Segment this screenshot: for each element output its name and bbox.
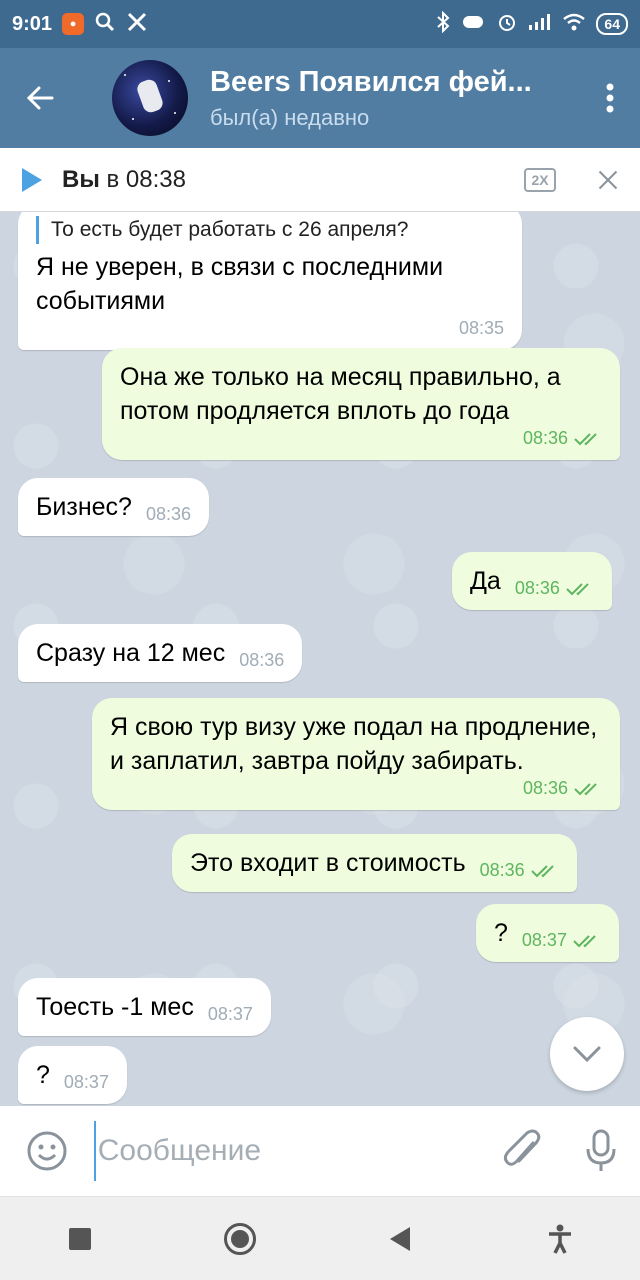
- reply-quote: То есть будет работать с 26 апреля?: [36, 216, 504, 244]
- message-incoming[interactable]: ? 08:37: [18, 1046, 127, 1104]
- message-time: 08:36: [479, 860, 525, 880]
- message-meta: 08:37: [522, 930, 601, 950]
- message-time: 08:37: [63, 1072, 109, 1092]
- recents-button[interactable]: [40, 1197, 120, 1280]
- accessibility-icon: [549, 1224, 571, 1254]
- accessibility-button[interactable]: [520, 1197, 600, 1280]
- double-check-icon: [573, 935, 596, 948]
- message-text: Сразу на 12 мес: [36, 639, 226, 667]
- message-outgoing[interactable]: Да 08:36: [452, 552, 612, 610]
- voice-record-button[interactable]: [562, 1106, 640, 1196]
- search-notification-icon: [94, 11, 116, 38]
- emoji-icon: [27, 1131, 67, 1171]
- back-arrow-icon: [26, 86, 54, 110]
- message-incoming[interactable]: Сразу на 12 мес 08:36: [18, 624, 303, 682]
- attach-button[interactable]: [484, 1106, 562, 1196]
- double-check-icon: [566, 583, 589, 596]
- message-time: 08:36: [514, 578, 560, 598]
- chat-header: Beers Появился фей... был(а) недавно: [0, 48, 640, 148]
- more-menu-button[interactable]: [580, 48, 640, 148]
- message-text: Да: [470, 567, 501, 595]
- message-incoming[interactable]: То есть будет работать с 26 апреля? Я не…: [18, 212, 522, 350]
- battery-indicator: 64: [596, 13, 628, 35]
- play-icon[interactable]: [22, 167, 42, 192]
- system-navigation-bar: [0, 1196, 640, 1280]
- app-notification-icon: ●: [62, 13, 85, 35]
- double-check-icon: [574, 433, 597, 446]
- playback-speed-button[interactable]: 2X: [524, 167, 556, 192]
- message-outgoing[interactable]: Она же только на месяц правильно, а пото…: [102, 348, 620, 460]
- message-text: Я не уверен, в связи с последними событи…: [36, 253, 444, 315]
- message-time: 08:36: [145, 504, 191, 524]
- message-composer: [0, 1106, 640, 1196]
- home-button[interactable]: [200, 1197, 280, 1280]
- vpn-notification-icon: [126, 11, 148, 38]
- message-text: Она же только на месяц правильно, а пото…: [120, 363, 561, 425]
- alarm-icon: [496, 11, 518, 38]
- message-text: Я свою тур визу уже подал на продление, …: [110, 713, 598, 775]
- message-text: Бизнес?: [36, 493, 132, 521]
- chat-info[interactable]: Beers Появился фей... был(а) недавно: [210, 66, 580, 131]
- message-time: 08:35: [458, 318, 504, 338]
- signal-icon: [528, 13, 552, 36]
- message-time: 08:37: [521, 930, 567, 950]
- audio-player-bar[interactable]: Вы в 08:38 2X: [0, 148, 640, 212]
- player-author: Вы: [62, 165, 100, 193]
- double-check-icon: [530, 865, 554, 878]
- message-time: 08:36: [522, 428, 568, 448]
- message-outgoing[interactable]: Я свою тур визу уже подал на продление, …: [92, 698, 620, 810]
- triangle-back-icon: [390, 1226, 410, 1251]
- message-text: Это входит в стоимость: [190, 849, 466, 877]
- message-text: Тоесть -1 мес: [36, 993, 194, 1021]
- status-indicators: 64: [436, 10, 628, 38]
- status-bar: 9:01 ● 64: [0, 0, 640, 48]
- chat-title: Beers Появился фей...: [210, 65, 532, 98]
- wifi-icon: [562, 13, 586, 36]
- player-time: в 08:38: [99, 165, 186, 193]
- message-text: ?: [36, 1061, 50, 1089]
- back-button[interactable]: [0, 48, 80, 148]
- message-input[interactable]: [93, 1121, 484, 1181]
- emoji-button[interactable]: [0, 1106, 94, 1196]
- avatar[interactable]: [112, 60, 188, 136]
- home-circle-icon: [224, 1222, 256, 1255]
- chevron-down-icon: [573, 1046, 601, 1063]
- message-text: ?: [494, 919, 508, 947]
- nav-back-button[interactable]: [360, 1197, 440, 1280]
- mic-icon: [586, 1129, 616, 1171]
- attach-icon: [503, 1129, 541, 1166]
- vibrate-icon: [460, 14, 486, 35]
- message-incoming[interactable]: Тоесть -1 мес 08:37: [18, 978, 271, 1036]
- player-info: Вы в 08:38: [62, 166, 186, 194]
- message-meta: 08:36: [515, 578, 594, 598]
- status-time: 9:01: [12, 12, 53, 35]
- message-time: 08:37: [207, 1004, 253, 1024]
- message-meta: 08:36: [480, 860, 559, 880]
- close-icon[interactable]: [592, 165, 622, 195]
- scroll-down-button[interactable]: [550, 1017, 624, 1091]
- message-outgoing[interactable]: Это входит в стоимость 08:36: [172, 834, 577, 892]
- message-incoming[interactable]: Бизнес? 08:36: [18, 478, 209, 536]
- square-icon: [69, 1227, 91, 1250]
- chat-status: был(а) недавно: [210, 104, 370, 130]
- double-check-icon: [574, 783, 597, 796]
- message-list[interactable]: То есть будет работать с 26 апреля? Я не…: [0, 212, 640, 1106]
- message-time: 08:36: [239, 650, 285, 670]
- bluetooth-icon: [436, 10, 450, 38]
- message-meta: 08:36: [134, 428, 602, 448]
- message-outgoing[interactable]: ? 08:37: [476, 904, 619, 962]
- message-time: 08:36: [522, 778, 568, 798]
- more-vert-icon: [606, 83, 614, 113]
- message-meta: 08:36: [124, 778, 602, 798]
